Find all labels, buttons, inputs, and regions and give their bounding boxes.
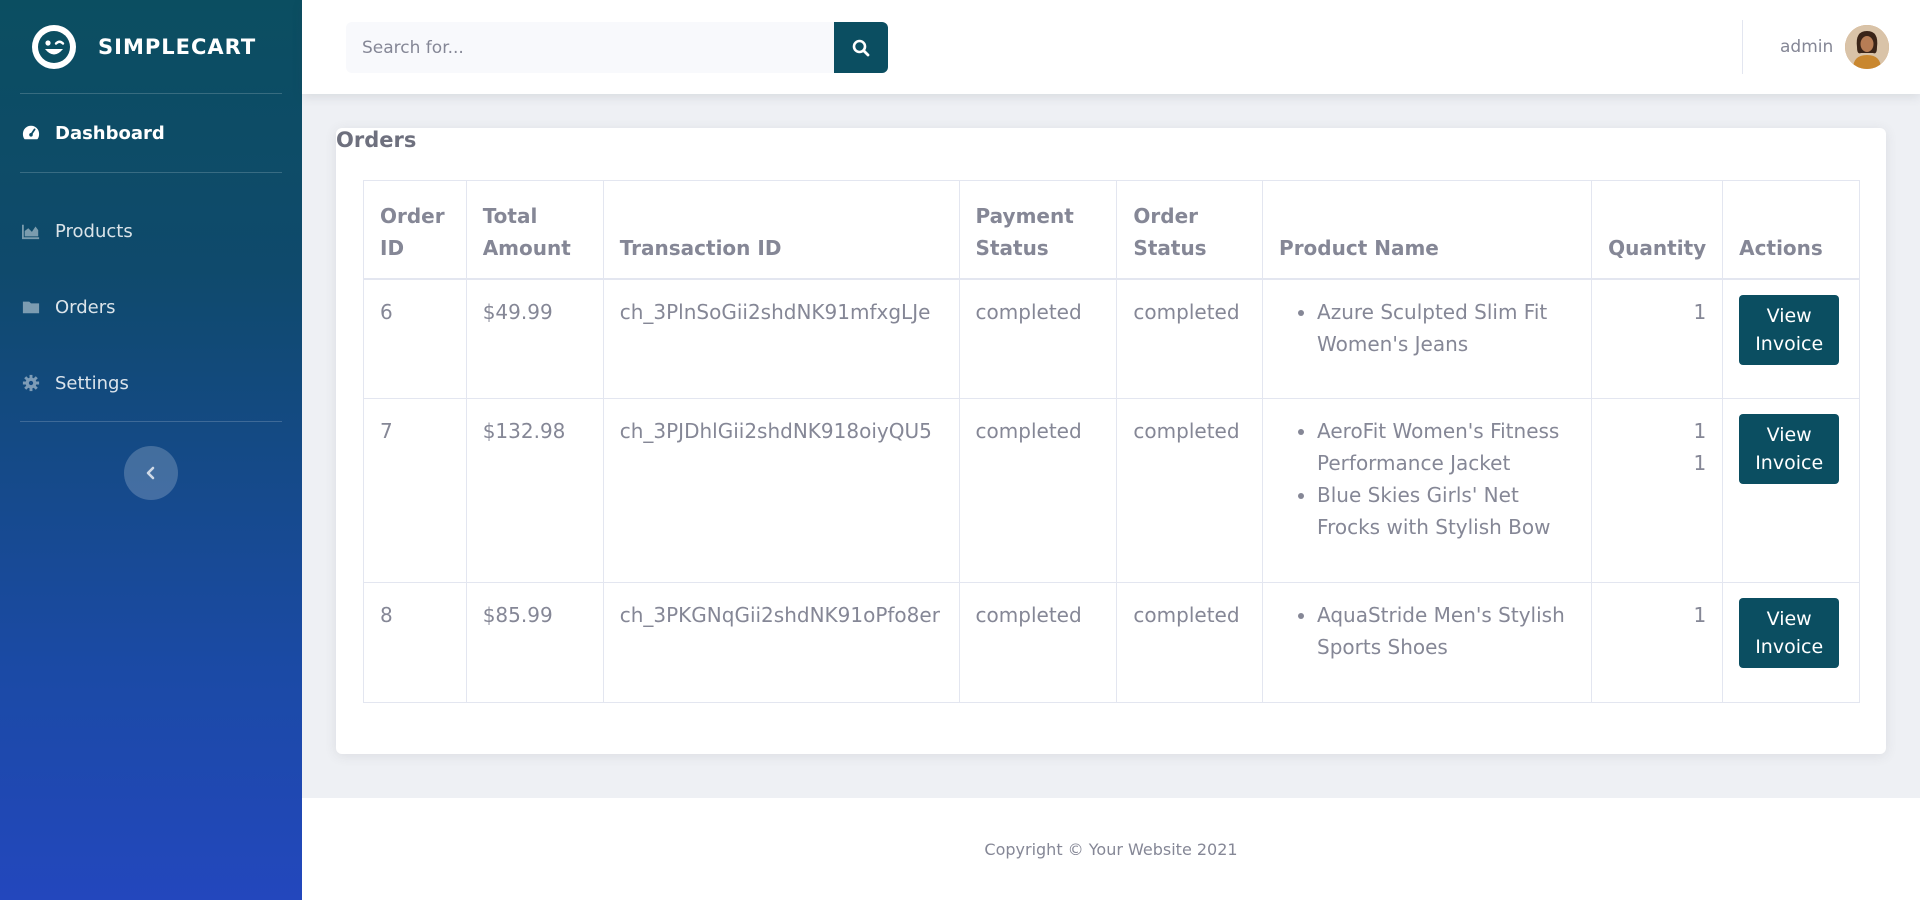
product-name-cell: AeroFit Women's Fitness Performance Jack… — [1262, 398, 1593, 583]
sidebar-item-label: Settings — [55, 372, 129, 394]
user-menu[interactable]: admin — [1780, 25, 1890, 69]
topbar-divider — [1742, 20, 1743, 74]
order-id-cell: 8 — [363, 582, 467, 703]
gear-icon — [22, 374, 40, 392]
order-status-cell: completed — [1116, 398, 1264, 583]
column-header: Product Name — [1262, 180, 1593, 279]
quantity-cell: 1 1 — [1591, 398, 1724, 583]
column-header: Payment Status — [958, 180, 1118, 279]
product-name-cell: AquaStride Men's Stylish Sports Shoes — [1262, 582, 1593, 703]
search-form — [346, 22, 888, 73]
sidebar-divider — [20, 421, 282, 422]
sidebar-item-orders[interactable]: Orders — [0, 269, 302, 345]
avatar — [1845, 25, 1890, 69]
quantity-value: 1 — [1693, 451, 1707, 475]
actions-cell: View Invoice — [1722, 398, 1860, 583]
column-header: Total Amount — [465, 180, 604, 279]
quantity-cell: 1 — [1591, 278, 1724, 399]
view-invoice-button[interactable]: View Invoice — [1739, 414, 1840, 484]
product-name-cell: Azure Sculpted Slim Fit Women's Jeans — [1262, 278, 1593, 399]
transaction-id-cell: ch_3PlnSoGii2shdNK91mfxgLJe — [602, 278, 960, 399]
column-header: Transaction ID — [602, 180, 960, 279]
payment-status-cell: completed — [958, 278, 1118, 399]
orders-table: Order ID Total Amount Transaction ID Pay… — [363, 180, 1860, 703]
sidebar-item-settings[interactable]: Settings — [0, 345, 302, 421]
topbar: admin — [302, 0, 1920, 94]
sidebar-item-label: Products — [55, 220, 133, 242]
quantity-value: 1 — [1693, 419, 1707, 443]
view-invoice-button[interactable]: View Invoice — [1739, 294, 1840, 365]
transaction-id-cell: ch_3PJDhlGii2shdNK918oiyQU5 — [602, 398, 960, 583]
column-header: Order ID — [363, 180, 467, 279]
product-list: AquaStride Men's Stylish Sports Shoes — [1263, 599, 1575, 663]
total-amount-cell: $49.99 — [465, 278, 604, 399]
sidebar-item-products[interactable]: Products — [0, 193, 302, 269]
table-header-row: Order ID Total Amount Transaction ID Pay… — [363, 180, 1860, 279]
sidebar: SIMPLECART Dashboard Products Orders Set… — [0, 0, 302, 900]
order-id-cell: 7 — [363, 398, 467, 583]
quantity-cell: 1 — [1591, 582, 1724, 703]
quantity-value: 1 — [1693, 603, 1707, 627]
product-list: Azure Sculpted Slim Fit Women's Jeans — [1263, 296, 1575, 360]
table-row: 7 $132.98 ch_3PJDhlGii2shdNK918oiyQU5 co… — [363, 398, 1860, 583]
sidebar-item-dashboard[interactable]: Dashboard — [0, 94, 302, 172]
search-icon — [852, 39, 870, 56]
column-header: Order Status — [1116, 180, 1264, 279]
brand[interactable]: SIMPLECART — [0, 0, 302, 93]
sidebar-item-label: Dashboard — [55, 122, 165, 144]
column-header: Quantity — [1591, 180, 1724, 279]
sidebar-toggle-button[interactable] — [124, 446, 178, 500]
quantity-value: 1 — [1693, 299, 1707, 324]
product-list: AeroFit Women's Fitness Performance Jack… — [1263, 415, 1575, 543]
table-row: 6 $49.99 ch_3PlnSoGii2shdNK91mfxgLJe com… — [363, 278, 1860, 399]
user-name: admin — [1780, 37, 1834, 57]
folder-icon — [22, 301, 40, 314]
product-item: AeroFit Women's Fitness Performance Jack… — [1317, 415, 1575, 479]
order-status-cell: completed — [1116, 582, 1264, 703]
total-amount-cell: $85.99 — [465, 582, 604, 703]
copyright-text: Copyright © Your Website 2021 — [984, 839, 1238, 859]
orders-card: Orders Order ID Total Amount Transaction… — [336, 128, 1886, 754]
footer: Copyright © Your Website 2021 — [302, 798, 1920, 900]
chart-area-icon — [22, 224, 40, 240]
product-item: AquaStride Men's Stylish Sports Shoes — [1317, 599, 1575, 663]
sidebar-item-label: Orders — [55, 296, 116, 318]
actions-cell: View Invoice — [1722, 278, 1860, 399]
search-input[interactable] — [346, 22, 834, 73]
actions-cell: View Invoice — [1722, 582, 1860, 703]
column-header: Actions — [1722, 180, 1860, 279]
product-item: Blue Skies Girls' Net Frocks with Stylis… — [1317, 479, 1575, 543]
transaction-id-cell: ch_3PKGNqGii2shdNK91oPfo8er — [602, 582, 960, 703]
total-amount-cell: $132.98 — [465, 398, 604, 583]
card-title: Orders — [336, 128, 417, 152]
search-button[interactable] — [834, 22, 888, 73]
view-invoice-button[interactable]: View Invoice — [1739, 598, 1840, 668]
laugh-wink-icon — [32, 24, 76, 69]
order-status-cell: completed — [1116, 278, 1264, 399]
product-item: Azure Sculpted Slim Fit Women's Jeans — [1317, 296, 1575, 360]
payment-status-cell: completed — [958, 398, 1118, 583]
table-row: 8 $85.99 ch_3PKGNqGii2shdNK91oPfo8er com… — [363, 582, 1860, 703]
order-id-cell: 6 — [363, 278, 467, 399]
tachometer-icon — [22, 125, 40, 140]
chevron-left-icon — [146, 466, 155, 480]
brand-name: SIMPLECART — [98, 34, 257, 59]
payment-status-cell: completed — [958, 582, 1118, 703]
